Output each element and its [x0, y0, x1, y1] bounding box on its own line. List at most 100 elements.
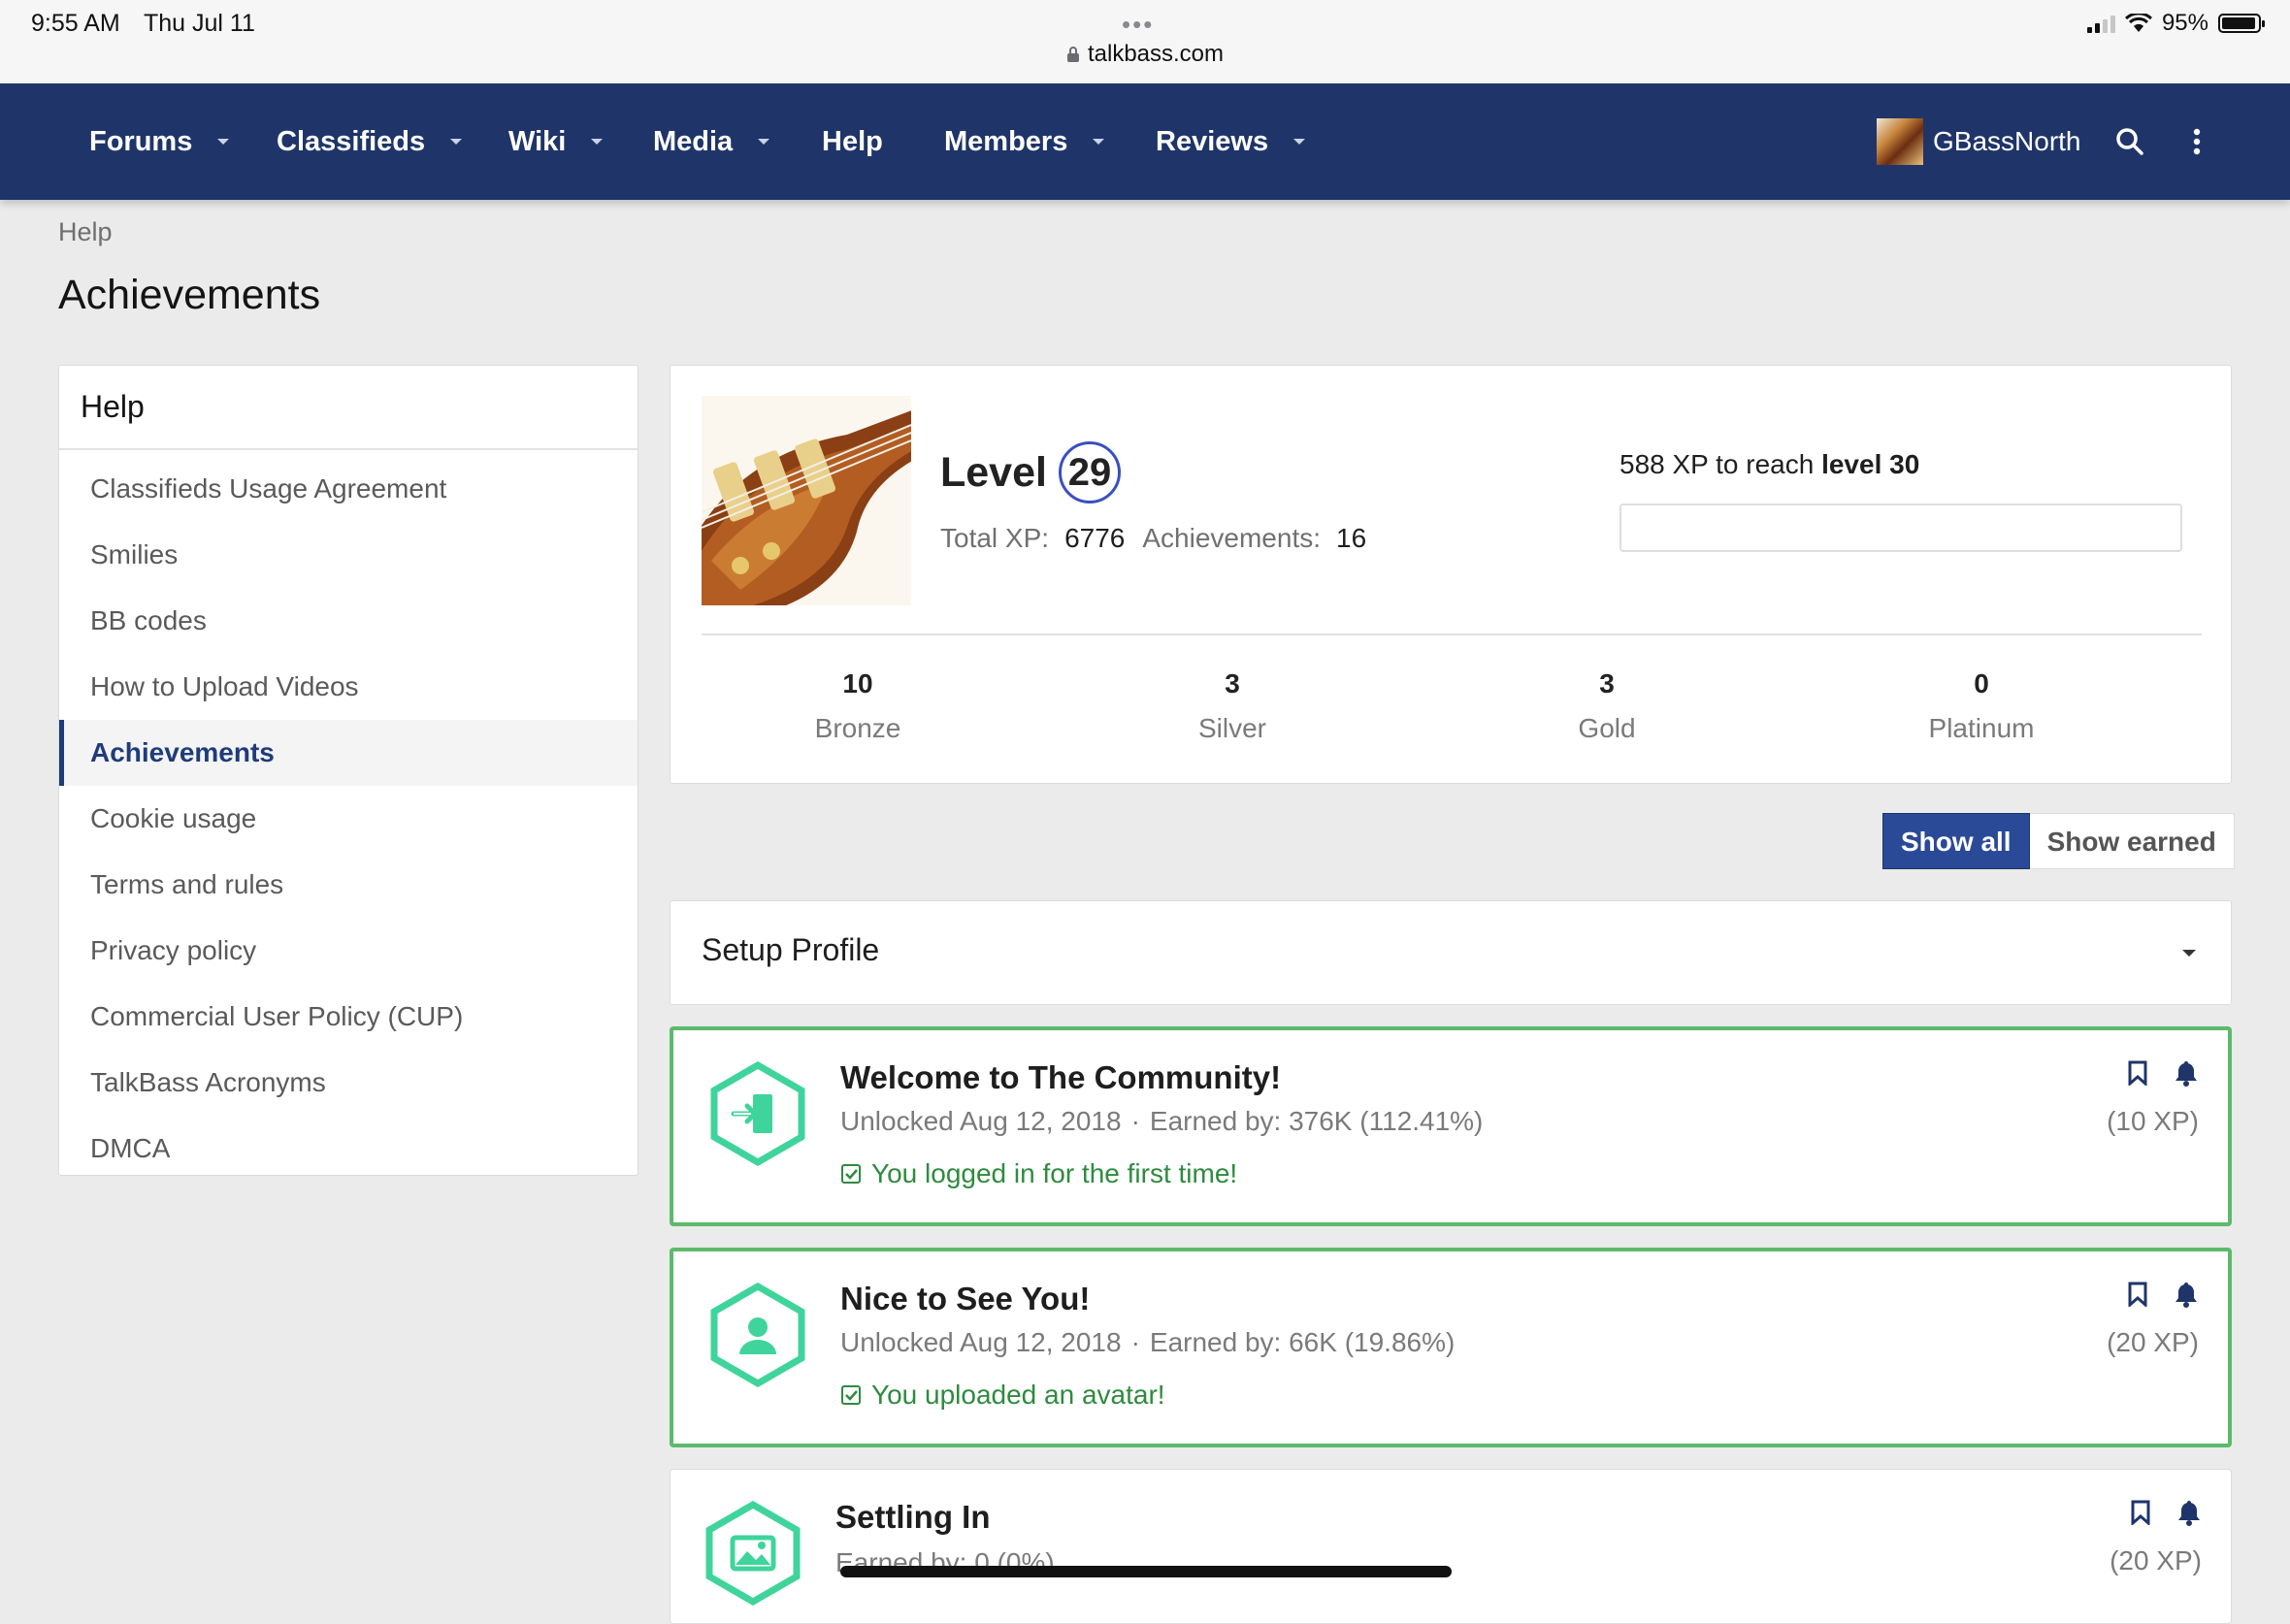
nav-reviews[interactable]: Reviews	[1156, 83, 1306, 200]
level-summary-card: Level 29 Total XP: 6776 Achievements: 16 58…	[670, 365, 2232, 784]
category-setup-profile[interactable]: Setup Profile	[670, 900, 2232, 1005]
nav-media-label: Media	[653, 125, 734, 157]
completion-text: You uploaded an avatar!	[871, 1380, 1165, 1410]
bell-icon[interactable]	[2174, 1281, 2199, 1308]
nav-help-label: Help	[822, 125, 883, 157]
nav-classifieds[interactable]: Classifieds	[277, 83, 463, 200]
wifi-icon	[2124, 14, 2152, 32]
sidebar-item-classifieds-usage-agreement[interactable]: Classifieds Usage Agreement	[59, 456, 638, 522]
meta-separator: ·	[1130, 1327, 1140, 1357]
browser-status-bar: 9:55 AM Thu Jul 11 ••• talkbass.com 95%	[0, 0, 2290, 84]
sidebar-list: Classifieds Usage Agreement Smilies BB c…	[59, 450, 638, 1182]
bookmark-icon[interactable]	[2127, 1060, 2148, 1086]
vertical-ellipsis-icon[interactable]	[2193, 83, 2201, 200]
bookmark-icon[interactable]	[2130, 1500, 2151, 1525]
lock-icon	[1066, 47, 1079, 62]
nav-wiki-label: Wiki	[508, 125, 567, 157]
total-xp-value: 6776	[1064, 523, 1126, 553]
medal-label: Platinum	[1928, 713, 2035, 743]
achievement-actions	[2127, 1059, 2199, 1087]
achievement-filter: Show all Show earned	[1882, 813, 2235, 869]
achievement-meta: Unlocked Aug 12, 2018 · Earned by: 66K (19…	[840, 1327, 1455, 1358]
bell-icon[interactable]	[2174, 1059, 2199, 1087]
show-earned-button[interactable]: Show earned	[2029, 813, 2235, 869]
medal-count: 3	[1599, 668, 1615, 698]
nav-forums-label: Forums	[89, 125, 193, 157]
unlocked-date: Unlocked Aug 12, 2018	[840, 1106, 1122, 1136]
earned-by: Earned by: 376K (112.41%)	[1149, 1106, 1484, 1136]
achievement-title: Welcome to The Community!	[840, 1059, 1282, 1095]
summary-divider	[702, 633, 2202, 635]
nav-wiki[interactable]: Wiki	[508, 83, 604, 200]
category-label: Setup Profile	[702, 932, 880, 967]
sidebar-item-achievements[interactable]: Achievements	[59, 720, 638, 786]
chevron-down-icon[interactable]	[450, 139, 463, 145]
nav-reviews-label: Reviews	[1156, 125, 1269, 157]
checkbox-checked-icon	[841, 1385, 861, 1405]
address-bar[interactable]: talkbass.com	[0, 41, 2290, 68]
user-avatar-large[interactable]	[702, 396, 911, 605]
home-indicator[interactable]	[840, 1566, 1452, 1577]
xp-stats: Total XP: 6776 Achievements: 16	[940, 523, 1384, 554]
achievements-label: Achievements:	[1142, 523, 1321, 553]
sidebar-item-cookie-usage[interactable]: Cookie usage	[59, 786, 638, 852]
sidebar-item-cup[interactable]: Commercial User Policy (CUP)	[59, 984, 638, 1050]
earned-by: Earned by: 66K (19.86%)	[1149, 1327, 1456, 1357]
nav-classifieds-label: Classifieds	[277, 125, 426, 157]
checkbox-checked-icon	[841, 1164, 861, 1184]
medal-count: 0	[1974, 668, 1989, 698]
achievement-completion: You logged in for the first time!	[840, 1158, 1237, 1189]
nav-help[interactable]: Help	[822, 83, 883, 200]
medal-label: Bronze	[814, 713, 901, 743]
search-icon[interactable]	[2115, 83, 2144, 200]
chevron-down-icon[interactable]	[1093, 139, 1105, 145]
level-number: 29	[1058, 441, 1121, 503]
achievement-card: Settling In Earned by: 0 (0%) (20 XP)	[670, 1469, 2232, 1624]
multitasking-dots[interactable]: •••	[1122, 10, 1154, 40]
medal-bronze: 10 Bronze	[671, 668, 1045, 744]
sidebar-item-upload-videos[interactable]: How to Upload Videos	[59, 654, 638, 720]
sidebar-item-dmca[interactable]: DMCA	[59, 1116, 638, 1182]
nav-forums[interactable]: Forums	[89, 83, 230, 200]
medal-label: Gold	[1578, 713, 1636, 743]
bookmark-icon[interactable]	[2127, 1282, 2148, 1307]
meta-separator: ·	[1130, 1106, 1140, 1136]
status-indicators: 95%	[2086, 10, 2265, 37]
nav-members-label: Members	[944, 125, 1068, 157]
nav-media[interactable]: Media	[653, 83, 770, 200]
sidebar-item-smilies[interactable]: Smilies	[59, 522, 638, 588]
help-sidebar: Help Classifieds Usage Agreement Smilies…	[58, 365, 638, 1176]
sidebar-item-terms[interactable]: Terms and rules	[59, 852, 638, 918]
sidebar-item-bb-codes[interactable]: BB codes	[59, 588, 638, 654]
url-text: talkbass.com	[1087, 41, 1225, 67]
chevron-down-icon[interactable]	[2182, 950, 2196, 957]
chevron-down-icon[interactable]	[217, 139, 230, 145]
medal-count: 10	[842, 668, 873, 698]
bell-icon[interactable]	[2176, 1499, 2202, 1526]
sidebar-item-acronyms[interactable]: TalkBass Acronyms	[59, 1050, 638, 1116]
total-xp-label: Total XP:	[940, 523, 1050, 553]
chevron-down-icon[interactable]	[758, 139, 770, 145]
medal-label: Silver	[1197, 713, 1266, 743]
username: GBassNorth	[1933, 126, 2081, 156]
account-menu[interactable]: GBassNorth	[1877, 83, 2081, 200]
achievement-completion: You uploaded an avatar!	[840, 1380, 1165, 1411]
xp-to-next-level: 588 XP to reach level 30	[1619, 449, 1919, 480]
achievement-actions	[2130, 1499, 2202, 1526]
achievement-card: Nice to See You! Unlocked Aug 12, 2018 · E…	[670, 1248, 2232, 1447]
cellular-signal-icon	[2086, 14, 2115, 33]
level-progress-bar	[1619, 503, 2182, 552]
level-label: Level	[940, 448, 1047, 496]
sidebar-item-privacy[interactable]: Privacy policy	[59, 918, 638, 984]
chevron-down-icon[interactable]	[591, 139, 604, 145]
show-all-button[interactable]: Show all	[1882, 813, 2030, 869]
achievement-card: Welcome to The Community! Unlocked Aug 1…	[670, 1026, 2232, 1226]
next-level: level 30	[1821, 449, 1920, 479]
user-icon	[710, 1283, 805, 1387]
battery-percent: 95%	[2161, 10, 2208, 36]
medal-silver: 3 Silver	[1045, 668, 1420, 744]
nav-members[interactable]: Members	[944, 83, 1105, 200]
breadcrumb[interactable]: Help	[58, 217, 113, 247]
achievement-title: Nice to See You!	[840, 1281, 1091, 1316]
chevron-down-icon[interactable]	[1293, 139, 1306, 145]
